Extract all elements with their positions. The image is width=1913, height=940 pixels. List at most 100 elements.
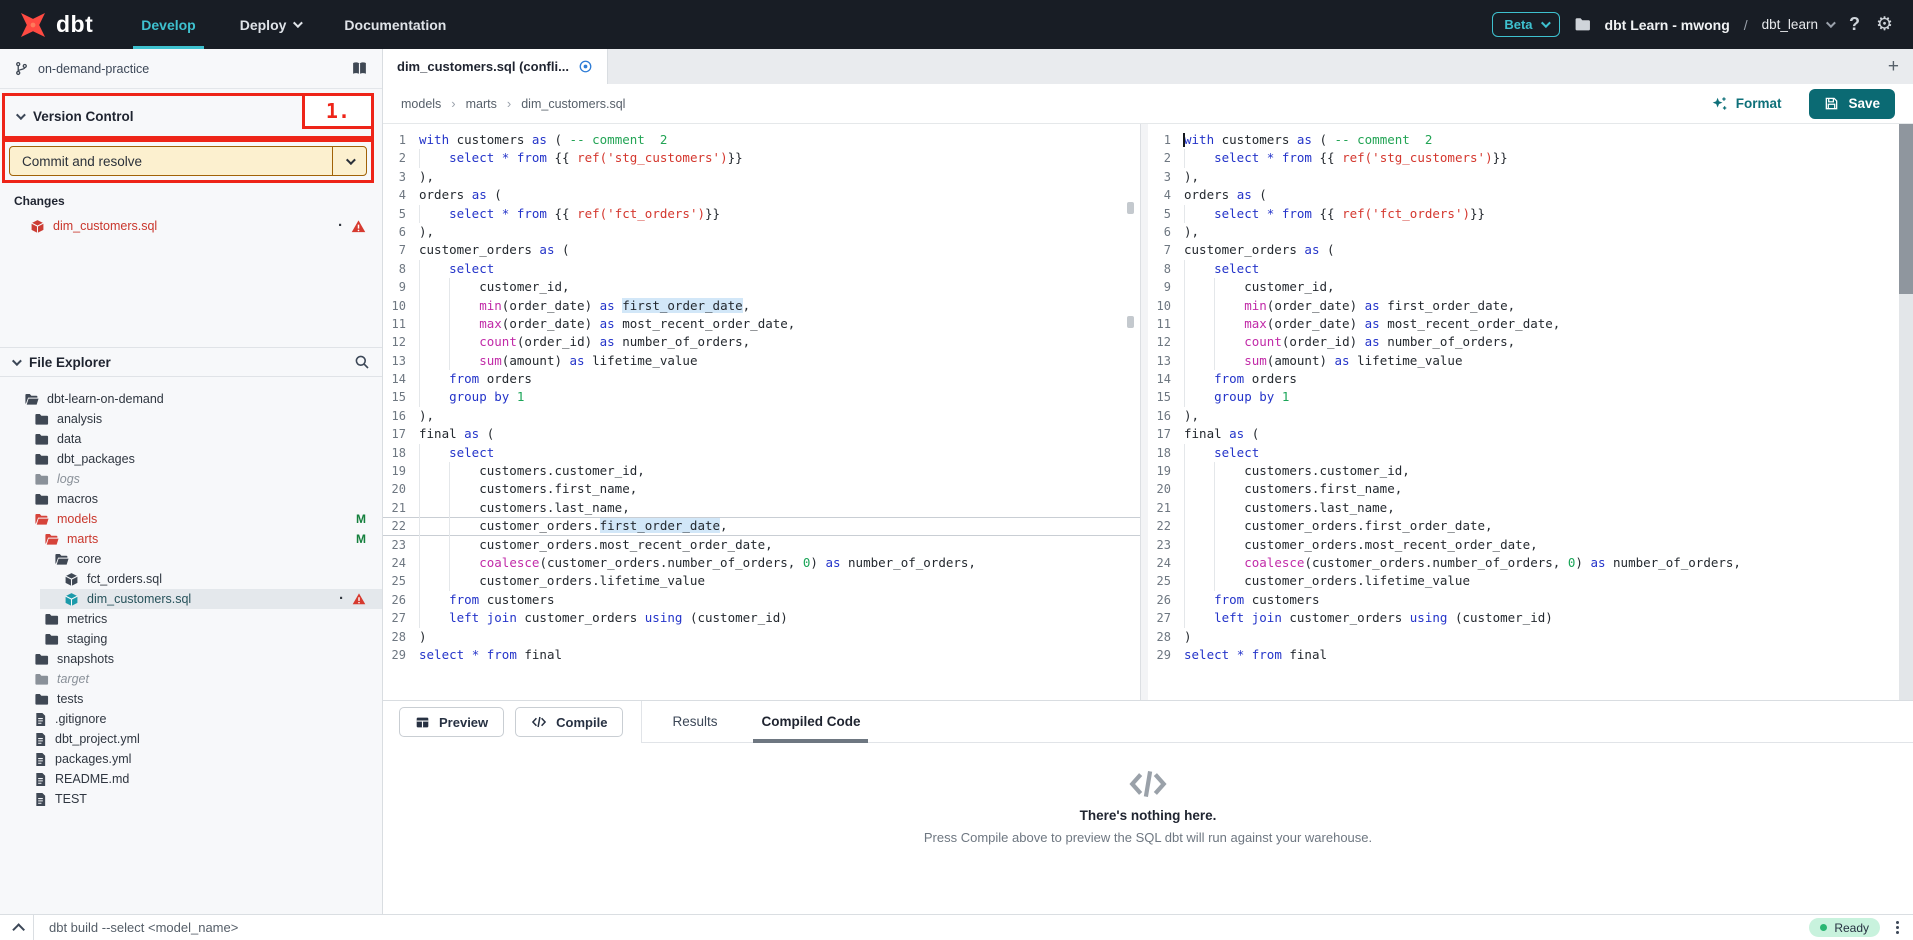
tree-item-dbt-learn-on-demand[interactable]: dbt-learn-on-demand [0,389,382,409]
tree-item-marts[interactable]: martsM [0,529,382,549]
code-line[interactable]: 9 customer_id, [1148,278,1899,296]
tree-item--gitignore[interactable]: .gitignore [0,709,382,729]
code-line[interactable]: 1with customers as ( -- comment 2 [383,131,1140,149]
code-line[interactable]: 28) [383,628,1140,646]
code-line[interactable]: 21 customers.last_name, [383,499,1140,517]
code-line[interactable]: 7customer_orders as ( [383,241,1140,259]
code-line[interactable]: 7customer_orders as ( [1148,241,1899,259]
code-line[interactable]: 22 customer_orders.first_order_date, [383,517,1140,535]
code-line[interactable]: 12 count(order_id) as number_of_orders, [1148,333,1899,351]
code-line[interactable]: 15 group by 1 [1148,388,1899,406]
code-line[interactable]: 5 select * from {{ ref('fct_orders')}} [1148,205,1899,223]
tab-compiled-code[interactable]: Compiled Code [761,701,860,742]
code-line[interactable]: 19 customers.customer_id, [383,462,1140,480]
code-pane-right[interactable]: 1with customers as ( -- comment 22 selec… [1148,124,1899,700]
code-line[interactable]: 10 min(order_date) as first_order_date, [383,297,1140,315]
file-explorer-header[interactable]: File Explorer [0,347,382,377]
code-line[interactable]: 23 customer_orders.most_recent_order_dat… [383,536,1140,554]
tree-item-test[interactable]: TEST [0,789,382,809]
code-line[interactable]: 8 select [383,260,1140,278]
scroll-mark[interactable] [1127,202,1134,214]
tree-item-macros[interactable]: macros [0,489,382,509]
tree-item-tests[interactable]: tests [0,689,382,709]
breadcrumb-marts[interactable]: marts [466,97,497,111]
code-line[interactable]: 4orders as ( [1148,186,1899,204]
tab-results[interactable]: Results [672,701,717,742]
breadcrumb-models[interactable]: models [401,97,441,111]
code-line[interactable]: 12 count(order_id) as number_of_orders, [383,333,1140,351]
tree-item-analysis[interactable]: analysis [0,409,382,429]
preview-button[interactable]: Preview [399,707,504,737]
tree-item-dbt-packages[interactable]: dbt_packages [0,449,382,469]
help-icon[interactable]: ? [1847,14,1862,35]
code-line[interactable]: 17final as ( [1148,425,1899,443]
tree-item-fct-orders-sql[interactable]: fct_orders.sql [0,569,382,589]
code-line[interactable]: 6), [383,223,1140,241]
code-line[interactable]: 2 select * from {{ ref('stg_customers')}… [1148,149,1899,167]
code-line[interactable]: 4orders as ( [383,186,1140,204]
tree-item-logs[interactable]: logs [0,469,382,489]
nav-documentation[interactable]: Documentation [322,0,468,49]
new-tab-icon[interactable]: + [1874,56,1913,78]
code-line[interactable]: 18 select [383,444,1140,462]
tree-item-models[interactable]: modelsM [0,509,382,529]
code-line[interactable]: 24 coalesce(customer_orders.number_of_or… [1148,554,1899,572]
code-line[interactable]: 28) [1148,628,1899,646]
pane-divider[interactable] [1140,124,1148,700]
code-line[interactable]: 19 customers.customer_id, [1148,462,1899,480]
scroll-mark[interactable] [1127,316,1134,328]
code-line[interactable]: 29select * from final [383,646,1140,664]
code-line[interactable]: 11 max(order_date) as most_recent_order_… [1148,315,1899,333]
code-line[interactable]: 22 customer_orders.first_order_date, [1148,517,1899,535]
dbt-logo[interactable]: dbt [0,0,119,49]
docs-book-icon[interactable] [351,60,368,77]
commit-and-resolve-button[interactable]: Commit and resolve [9,146,367,176]
code-line[interactable]: 3), [383,168,1140,186]
code-line[interactable]: 29select * from final [1148,646,1899,664]
beta-dropdown[interactable]: Beta [1492,12,1559,37]
code-line[interactable]: 26 from customers [383,591,1140,609]
code-line[interactable]: 1with customers as ( -- comment 2 [1148,131,1899,149]
code-line[interactable]: 21 customers.last_name, [1148,499,1899,517]
code-line[interactable]: 8 select [1148,260,1899,278]
tree-item-staging[interactable]: staging [0,629,382,649]
code-line[interactable]: 14 from orders [1148,370,1899,388]
code-line[interactable]: 23 customer_orders.most_recent_order_dat… [1148,536,1899,554]
code-line[interactable]: 3), [1148,168,1899,186]
code-line[interactable]: 15 group by 1 [383,388,1140,406]
tree-item-dbt-project-yml[interactable]: dbt_project.yml [0,729,382,749]
tree-item-snapshots[interactable]: snapshots [0,649,382,669]
code-line[interactable]: 20 customers.first_name, [383,480,1140,498]
code-line[interactable]: 13 sum(amount) as lifetime_value [1148,352,1899,370]
code-line[interactable]: 26 from customers [1148,591,1899,609]
editor-scrollbar[interactable] [1899,124,1913,700]
tree-item-core[interactable]: core [0,549,382,569]
code-line[interactable]: 13 sum(amount) as lifetime_value [383,352,1140,370]
tree-item-data[interactable]: data [0,429,382,449]
code-line[interactable]: 25 customer_orders.lifetime_value [383,572,1140,590]
tree-item-dim-customers-sql[interactable]: dim_customers.sql· [0,589,382,609]
collapse-chevron-up-icon[interactable] [0,923,33,932]
code-line[interactable]: 27 left join customer_orders using (cust… [383,609,1140,627]
code-line[interactable]: 27 left join customer_orders using (cust… [1148,609,1899,627]
nav-deploy[interactable]: Deploy [218,0,323,49]
format-button[interactable]: Format [1711,95,1782,112]
tree-item-metrics[interactable]: metrics [0,609,382,629]
tree-item-target[interactable]: target [0,669,382,689]
changed-file-row[interactable]: dim_customers.sql · [0,215,382,237]
code-line[interactable]: 5 select * from {{ ref('fct_orders')}} [383,205,1140,223]
code-line[interactable]: 25 customer_orders.lifetime_value [1148,572,1899,590]
code-line[interactable]: 11 max(order_date) as most_recent_order_… [383,315,1140,333]
tree-item-readme-md[interactable]: README.md [0,769,382,789]
search-icon[interactable] [354,354,370,370]
code-line[interactable]: 17final as ( [383,425,1140,443]
code-line[interactable]: 2 select * from {{ ref('stg_customers')}… [383,149,1140,167]
nav-develop[interactable]: Develop [119,0,217,49]
environment-selector[interactable]: dbt_learn [1762,17,1833,32]
code-line[interactable]: 10 min(order_date) as first_order_date, [1148,297,1899,315]
breadcrumb-file[interactable]: dim_customers.sql [521,97,625,111]
code-line[interactable]: 14 from orders [383,370,1140,388]
code-line[interactable]: 16), [1148,407,1899,425]
code-line[interactable]: 18 select [1148,444,1899,462]
code-line[interactable]: 20 customers.first_name, [1148,480,1899,498]
